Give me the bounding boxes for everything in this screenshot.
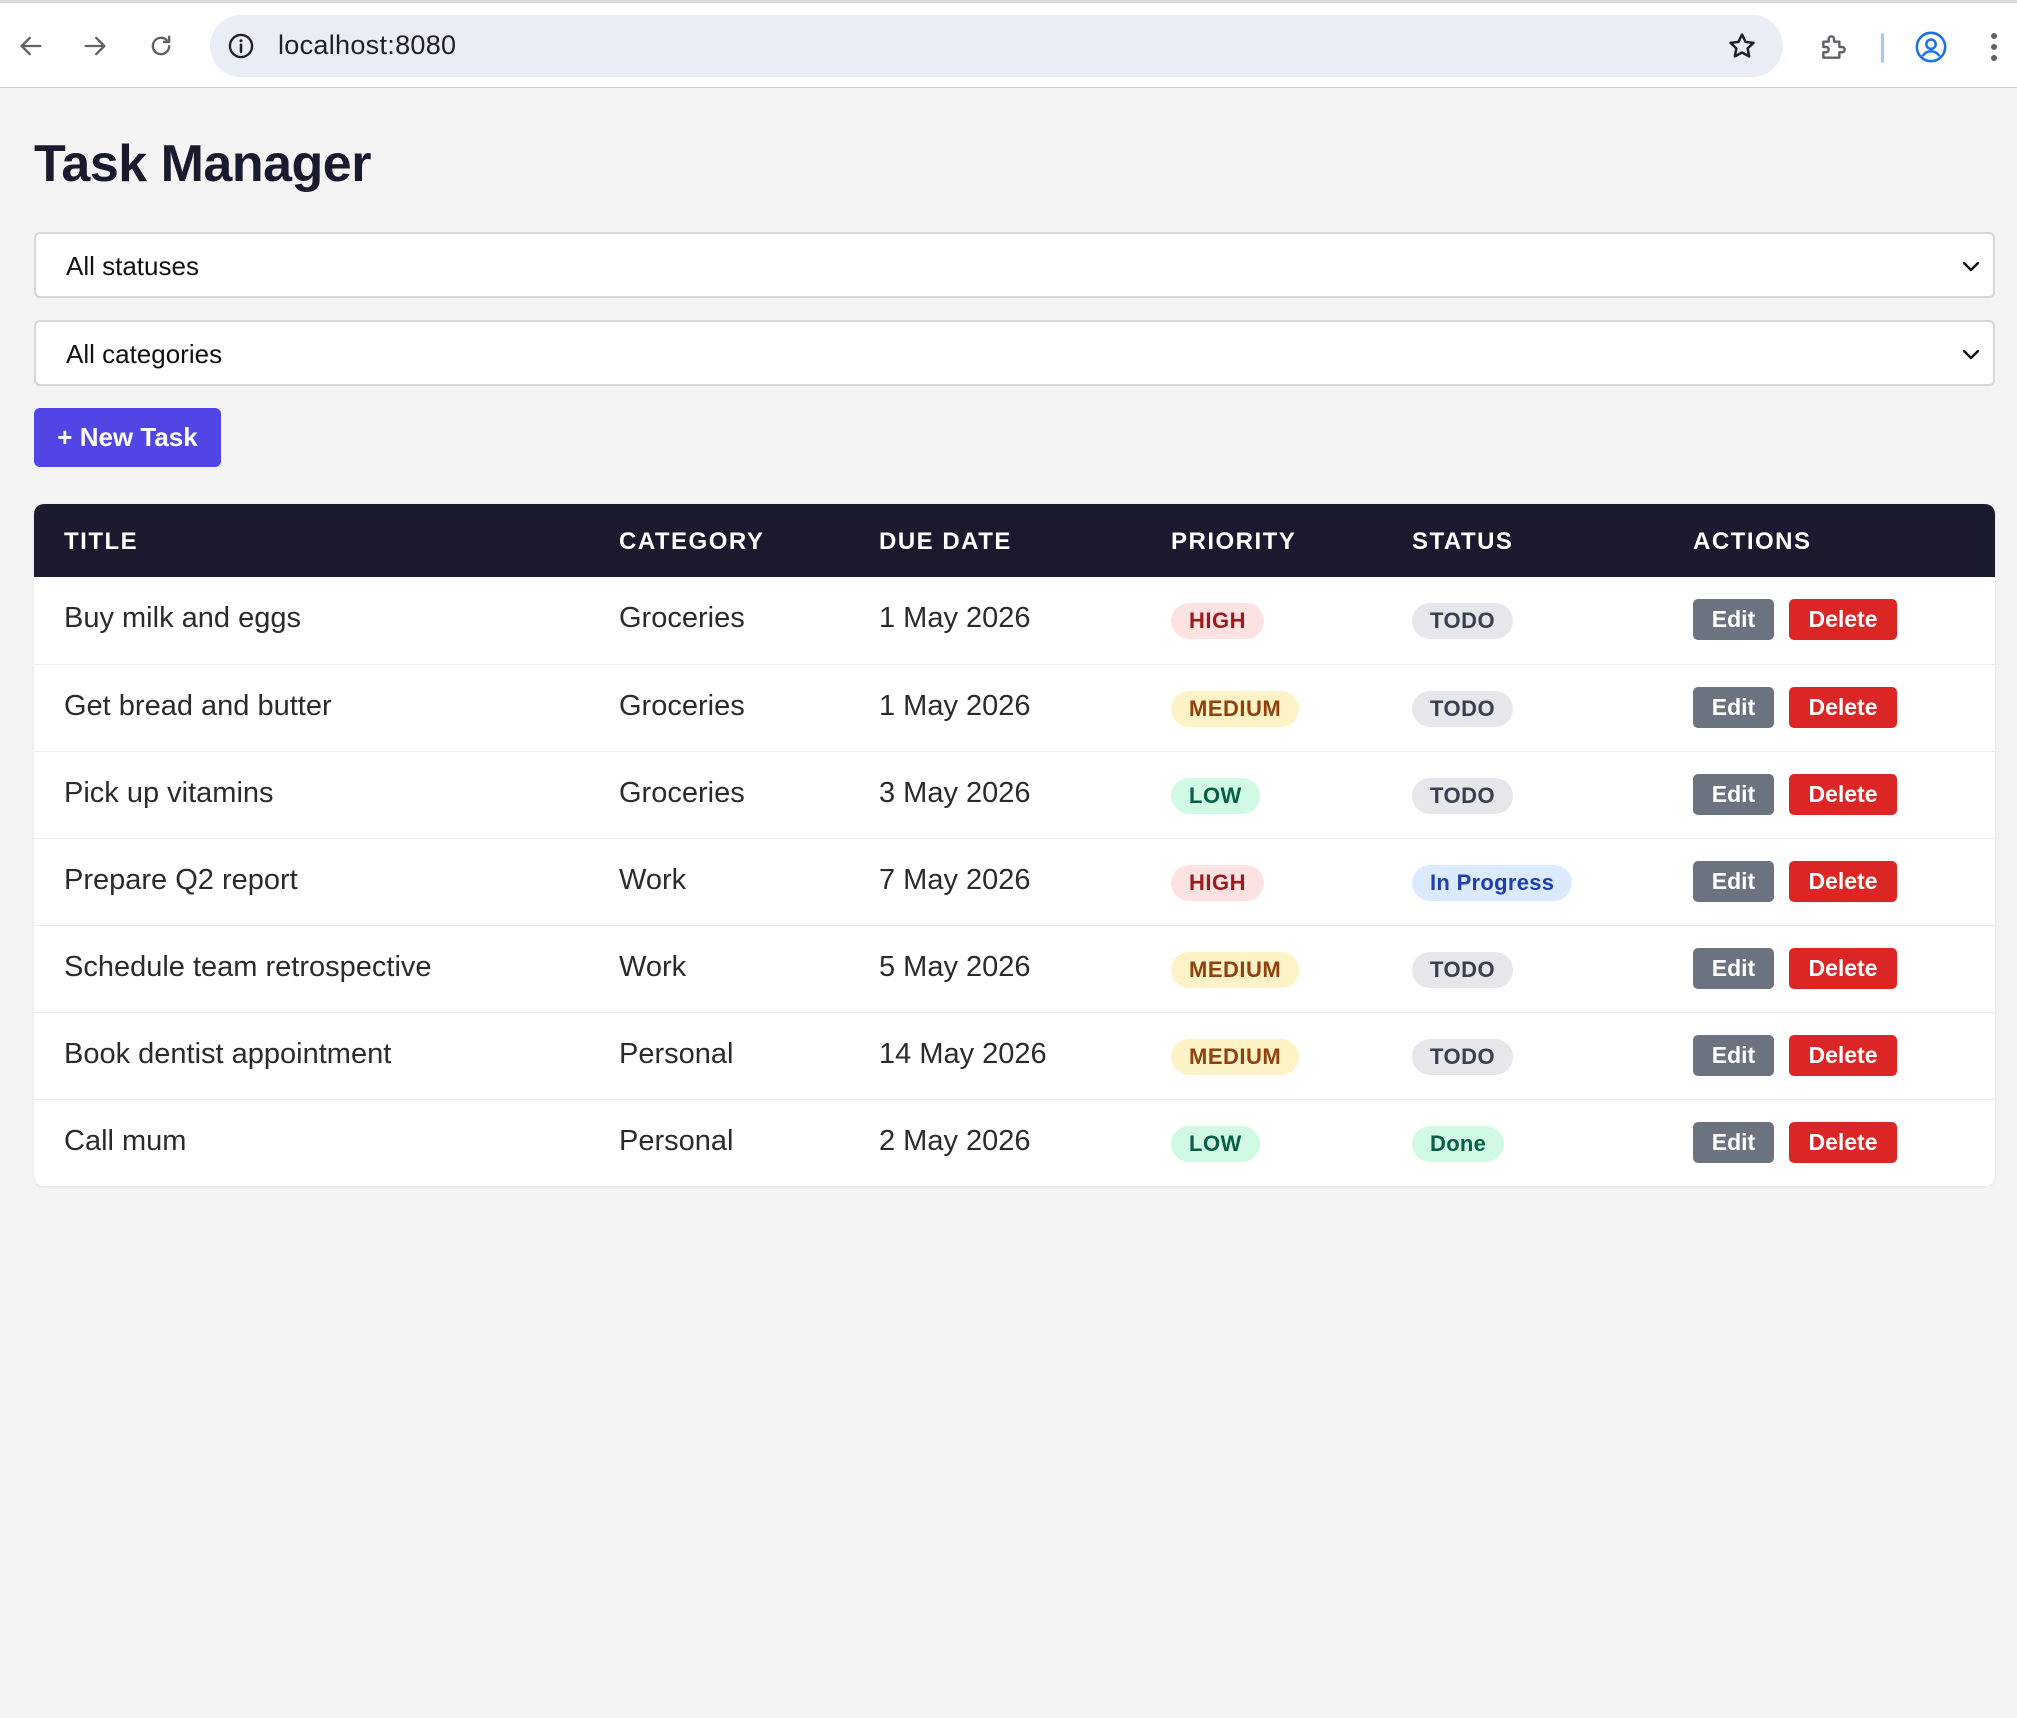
delete-button[interactable]: Delete [1789,861,1897,902]
reload-icon [151,35,171,56]
task-due-date: 2 May 2026 [879,1125,1031,1157]
status-badge: In Progress [1412,865,1573,901]
task-table: TITLE CATEGORY DUE DATE PRIORITY STATUS … [34,504,1995,1186]
priority-badge: HIGH [1171,865,1264,901]
priority-badge: HIGH [1171,603,1264,639]
reload-button[interactable] [140,25,182,67]
task-category: Work [619,951,687,983]
arrow-left-icon [20,36,42,56]
table-row: Buy milk and eggs Groceries 1 May 2026 H… [34,577,1995,664]
category-filter-value: All categories [66,339,223,369]
new-task-button[interactable]: + New Task [34,408,221,467]
status-badge: TODO [1412,952,1514,988]
edit-button[interactable]: Edit [1693,948,1774,989]
profile-icon[interactable] [1912,28,1950,66]
priority-badge: LOW [1171,778,1260,814]
column-header-actions: ACTIONS [1693,528,1812,555]
column-header-title: TITLE [64,528,139,555]
edit-button[interactable]: Edit [1693,1035,1774,1076]
table-row: Call mum Personal 2 May 2026 LOW Done Ed… [34,1099,1995,1186]
delete-button[interactable]: Delete [1789,948,1897,989]
delete-button[interactable]: Delete [1789,599,1897,640]
status-filter-select[interactable]: All statuses [34,232,1995,298]
table-row: Pick up vitamins Groceries 3 May 2026 LO… [34,751,1995,838]
task-category: Personal [619,1038,734,1070]
page-title: Task Manager [34,135,371,193]
priority-badge: MEDIUM [1171,952,1300,988]
forward-button[interactable] [74,25,116,67]
column-header-status: STATUS [1412,528,1514,555]
delete-button[interactable]: Delete [1789,1035,1897,1076]
task-title: Book dentist appointment [64,1038,392,1070]
chevron-down-icon [1961,345,1981,365]
browser-toolbar: localhost:8080 [0,0,2017,88]
toolbar-divider [1881,33,1884,63]
puzzle-icon[interactable] [1816,29,1852,65]
table-row: Prepare Q2 report Work 7 May 2026 HIGH I… [34,838,1995,925]
table-row: Get bread and butter Groceries 1 May 202… [34,664,1995,751]
back-button[interactable] [10,25,52,67]
task-due-date: 14 May 2026 [879,1038,1047,1070]
edit-button[interactable]: Edit [1693,774,1774,815]
task-category: Personal [619,1125,734,1157]
table-header: TITLE CATEGORY DUE DATE PRIORITY STATUS … [34,504,1995,577]
chevron-down-icon [1961,257,1981,277]
info-icon[interactable] [226,31,256,61]
task-due-date: 1 May 2026 [879,602,1031,634]
priority-badge: MEDIUM [1171,691,1300,727]
table-row: Book dentist appointment Personal 14 May… [34,1012,1995,1099]
task-title: Pick up vitamins [64,777,274,809]
kebab-menu-icon[interactable] [1984,29,2004,65]
status-filter-value: All statuses [66,251,199,281]
delete-button[interactable]: Delete [1789,774,1897,815]
priority-badge: MEDIUM [1171,1039,1300,1075]
star-icon[interactable] [1725,29,1759,63]
status-badge: Done [1412,1126,1505,1162]
task-category: Work [619,864,687,896]
status-badge: TODO [1412,603,1514,639]
address-bar[interactable]: localhost:8080 [210,15,1783,77]
delete-button[interactable]: Delete [1789,1122,1897,1163]
task-title: Call mum [64,1125,187,1157]
task-due-date: 5 May 2026 [879,951,1031,983]
table-body: Buy milk and eggs Groceries 1 May 2026 H… [34,577,1995,1186]
table-row: Schedule team retrospective Work 5 May 2… [34,925,1995,1012]
column-header-due-date: DUE DATE [879,528,1012,555]
url-text[interactable]: localhost:8080 [278,30,456,61]
status-badge: TODO [1412,1039,1514,1075]
task-due-date: 3 May 2026 [879,777,1031,809]
edit-button[interactable]: Edit [1693,1122,1774,1163]
task-category: Groceries [619,690,745,722]
arrow-right-icon [84,36,106,56]
status-badge: TODO [1412,691,1514,727]
task-title: Schedule team retrospective [64,951,432,983]
task-title: Get bread and butter [64,690,332,722]
column-header-priority: PRIORITY [1171,528,1297,555]
edit-button[interactable]: Edit [1693,687,1774,728]
task-title: Buy milk and eggs [64,602,301,634]
delete-button[interactable]: Delete [1789,687,1897,728]
edit-button[interactable]: Edit [1693,599,1774,640]
status-badge: TODO [1412,778,1514,814]
category-filter-select[interactable]: All categories [34,320,1995,386]
task-category: Groceries [619,602,745,634]
edit-button[interactable]: Edit [1693,861,1774,902]
task-title: Prepare Q2 report [64,864,298,896]
task-due-date: 1 May 2026 [879,690,1031,722]
task-due-date: 7 May 2026 [879,864,1031,896]
task-category: Groceries [619,777,745,809]
priority-badge: LOW [1171,1126,1260,1162]
column-header-category: CATEGORY [619,528,765,555]
